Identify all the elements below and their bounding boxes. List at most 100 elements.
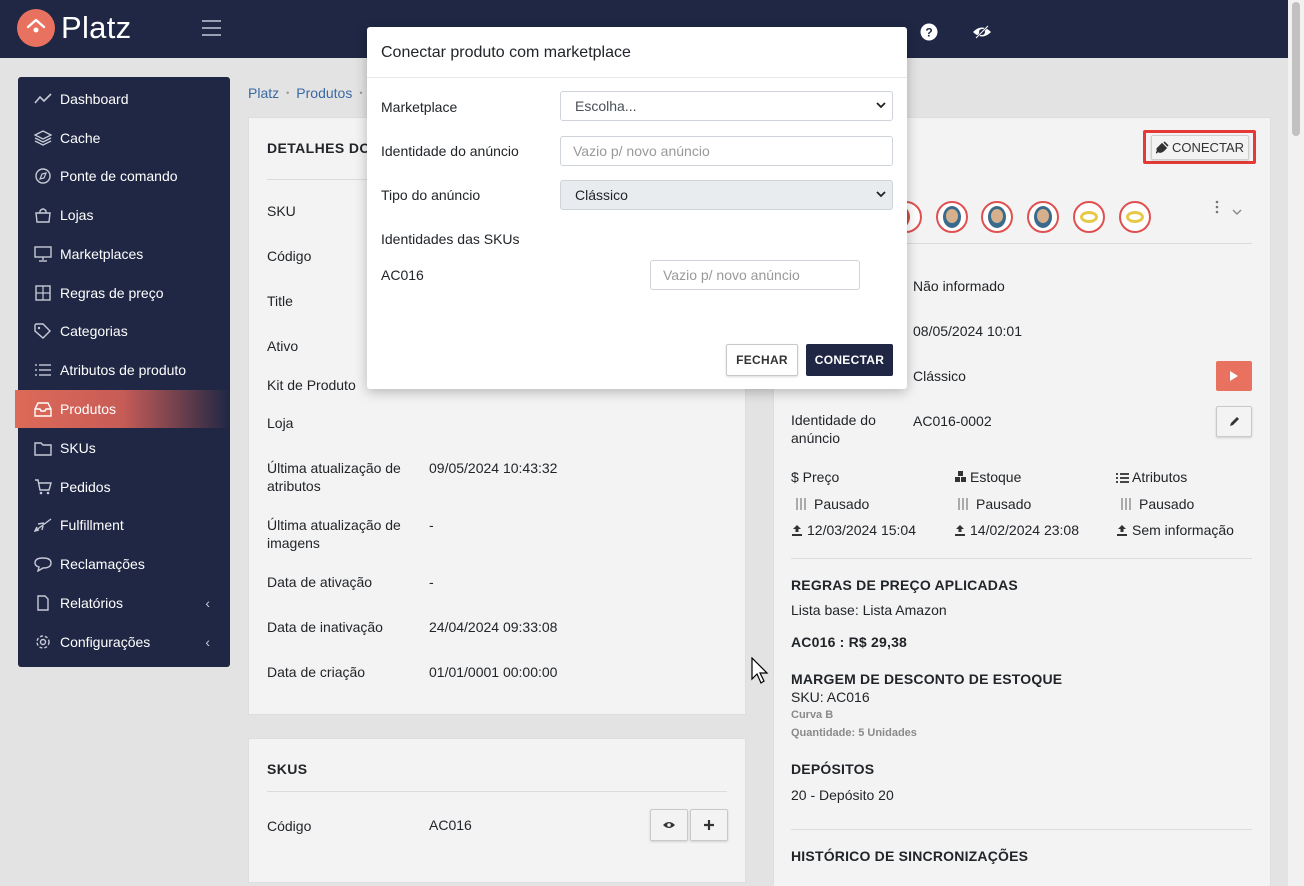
deposits-title: DEPÓSITOS bbox=[791, 761, 875, 777]
sync-date-text: Sem informação bbox=[1132, 522, 1234, 538]
view-sku-button[interactable] bbox=[650, 809, 688, 841]
sidebar-item-fulfillment[interactable]: Fulfillment bbox=[18, 506, 230, 544]
stock-margin-qty: Quantidade: 5 Unidades bbox=[791, 727, 917, 739]
sidebar-item-marketplaces[interactable]: Marketplaces bbox=[18, 235, 230, 273]
marketplace-avatar[interactable] bbox=[981, 201, 1013, 233]
menu-toggle-icon[interactable] bbox=[202, 20, 221, 36]
chevron-left-icon: ‹ bbox=[205, 634, 210, 650]
connect-button-label: CONECTAR bbox=[814, 353, 885, 367]
boxes-icon bbox=[955, 471, 966, 482]
sidebar-item-categorias[interactable]: Categorias bbox=[18, 312, 230, 350]
detail-label: Loja bbox=[267, 415, 294, 431]
platz-logo[interactable]: Platz bbox=[17, 9, 131, 47]
detail-value: - bbox=[429, 574, 434, 590]
more-options-icon[interactable] bbox=[1212, 200, 1222, 214]
sidebar-item-ponte-de-comando[interactable]: Ponte de comando bbox=[18, 157, 230, 195]
close-button-label: FECHAR bbox=[736, 353, 788, 367]
sidebar-item-dashboard[interactable]: Dashboard bbox=[18, 80, 230, 118]
sidebar-item-atributos-de-produto[interactable]: Atributos de produto bbox=[18, 351, 230, 389]
ad-type-label: Tipo do anúncio bbox=[381, 187, 481, 203]
breadcrumb: Platz • Produtos • bbox=[248, 85, 369, 101]
price-rules-value: AC016 : R$ 29,38 bbox=[791, 634, 908, 650]
marketplace-avatar[interactable] bbox=[1119, 201, 1151, 233]
sidebar-item-label: Lojas bbox=[60, 207, 94, 223]
sidebar-item-reclamacoes[interactable]: Reclamações bbox=[18, 545, 230, 583]
upload-icon bbox=[792, 525, 802, 536]
sync-date-text: 12/03/2024 15:04 bbox=[807, 522, 916, 538]
sidebar-item-label: Produtos bbox=[60, 401, 117, 417]
detail-label: SKU bbox=[267, 203, 296, 219]
scrollbar-thumb[interactable] bbox=[1292, 2, 1300, 136]
logo-icon bbox=[17, 9, 55, 47]
sidebar-item-label: Regras de preço bbox=[60, 285, 164, 301]
add-sku-button[interactable] bbox=[690, 809, 728, 841]
play-button[interactable] bbox=[1216, 361, 1252, 391]
marketplace-avatar[interactable] bbox=[936, 201, 968, 233]
price-rules-base: Lista base: Lista Amazon bbox=[791, 602, 947, 618]
divider bbox=[791, 829, 1252, 830]
sidebar-item-regras-de-preco[interactable]: Regras de preço bbox=[18, 274, 230, 312]
stock-margin-curve: Curva B bbox=[791, 709, 834, 721]
sidebar-item-relatorios[interactable]: Relatórios ‹ bbox=[18, 584, 230, 622]
ad-type-select[interactable]: Clássico bbox=[560, 180, 893, 210]
list-icon bbox=[34, 362, 52, 378]
pause-icon bbox=[1121, 498, 1131, 510]
chat-bubble-icon bbox=[34, 556, 52, 573]
chevron-down-icon[interactable] bbox=[1232, 203, 1242, 215]
eye-slash-icon[interactable] bbox=[971, 22, 993, 42]
detail-label: Data de criação bbox=[267, 664, 366, 680]
detail-label: Ativo bbox=[267, 338, 299, 354]
divider bbox=[267, 791, 727, 792]
plus-icon bbox=[704, 820, 714, 830]
sidebar-item-label: Dashboard bbox=[60, 91, 129, 107]
status-text: Pausado bbox=[814, 496, 870, 512]
sync-history-title: HISTÓRICO DE SINCRONIZAÇÕES bbox=[791, 848, 1029, 864]
plug-icon bbox=[1156, 141, 1169, 154]
sidebar-item-label: Fulfillment bbox=[60, 517, 124, 533]
logo-text: Platz bbox=[61, 10, 132, 45]
layers-icon bbox=[33, 130, 53, 146]
marketplace-avatar[interactable] bbox=[1073, 201, 1105, 233]
sidebar-item-lojas[interactable]: Lojas bbox=[18, 196, 230, 234]
breadcrumb-link-produtos[interactable]: Produtos bbox=[296, 85, 352, 101]
marketplace-select[interactable]: Escolha... bbox=[560, 91, 893, 121]
sidebar-item-skus[interactable]: SKUs bbox=[18, 429, 230, 467]
detail-label: Última atualização de atributos bbox=[267, 460, 401, 494]
plane-icon bbox=[33, 517, 52, 533]
pencil-icon bbox=[1229, 417, 1239, 426]
sku-ad-id-input[interactable]: Vazio p/ novo anúncio bbox=[650, 260, 860, 290]
sidebar-item-configuracoes[interactable]: Configurações ‹ bbox=[18, 623, 230, 661]
edit-ad-id-button[interactable] bbox=[1216, 406, 1252, 437]
sidebar-item-label: Reclamações bbox=[60, 556, 145, 572]
detail-label: Data de inativação bbox=[267, 619, 383, 635]
chevron-down-icon bbox=[876, 102, 886, 109]
upload-icon bbox=[955, 525, 965, 536]
status-text: Pausado bbox=[976, 496, 1032, 512]
close-button[interactable]: FECHAR bbox=[726, 344, 798, 376]
info-value: Clássico bbox=[913, 368, 966, 384]
price-sync-status: Pausado bbox=[796, 496, 869, 512]
ad-id-input[interactable]: Vazio p/ novo anúncio bbox=[560, 136, 893, 166]
sidebar-item-produtos[interactable]: Produtos bbox=[15, 390, 230, 428]
sku-code-label: AC016 bbox=[381, 267, 424, 283]
sidebar-item-cache[interactable]: Cache bbox=[18, 119, 230, 157]
stock-sync-header: Estoque bbox=[954, 469, 1021, 485]
marketplace-avatar[interactable] bbox=[1027, 201, 1059, 233]
connect-button[interactable]: CONECTAR bbox=[806, 344, 893, 376]
stock-sync-label: Estoque bbox=[970, 469, 1022, 485]
sidebar-item-label: Relatórios bbox=[60, 595, 124, 611]
shopping-bag-icon bbox=[34, 207, 52, 223]
detail-label: Kit de Produto bbox=[267, 377, 356, 393]
sidebar-item-pedidos[interactable]: Pedidos bbox=[18, 468, 230, 506]
breadcrumb-separator: • bbox=[359, 88, 363, 98]
detail-label: Data de ativação bbox=[267, 574, 373, 590]
connect-marketplace-button[interactable]: CONECTAR bbox=[1151, 135, 1249, 160]
connect-button-label: CONECTAR bbox=[1172, 140, 1244, 155]
sidebar-item-label: Pedidos bbox=[60, 479, 111, 495]
help-icon[interactable]: ? bbox=[919, 22, 939, 42]
price-sync-date: 12/03/2024 15:04 bbox=[791, 522, 916, 538]
divider bbox=[267, 179, 367, 180]
breadcrumb-link-platz[interactable]: Platz bbox=[248, 85, 279, 101]
sku-label: Código bbox=[267, 818, 312, 834]
sidebar-item-label: Marketplaces bbox=[60, 246, 144, 262]
